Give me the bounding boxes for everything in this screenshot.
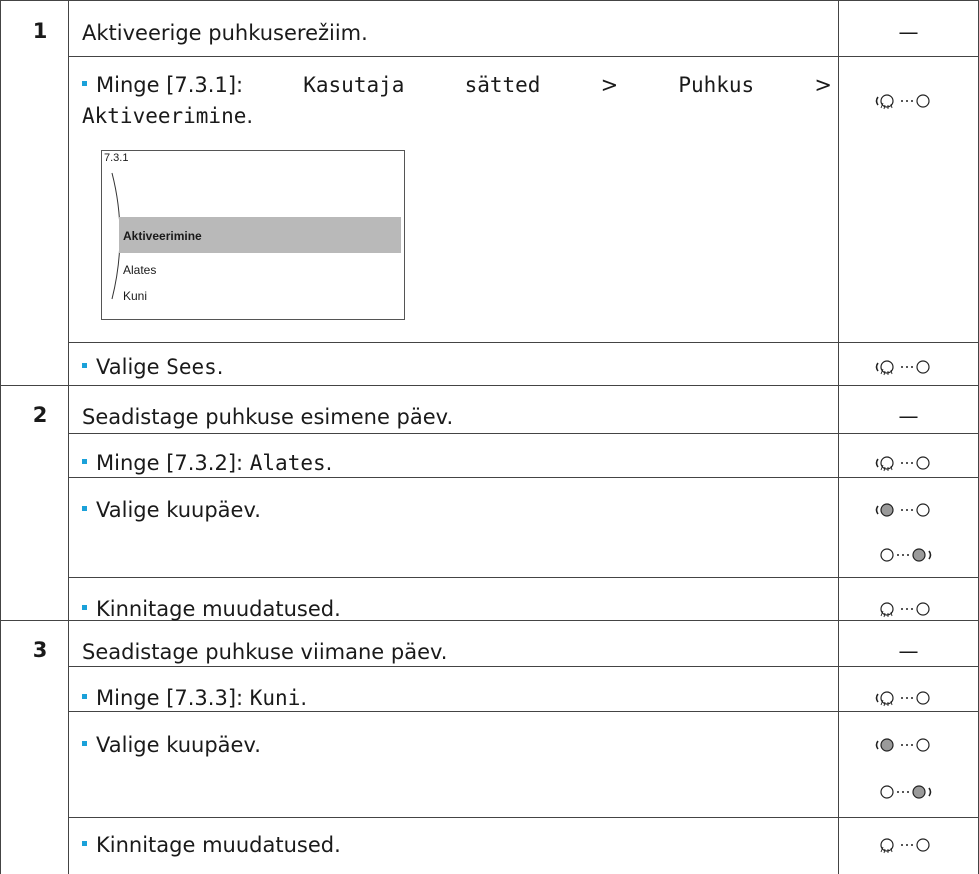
period: .: [216, 355, 224, 379]
table-border: [0, 0, 1, 874]
table-border: [68, 0, 69, 874]
step-2-goto: Minge [7.3.2]: Alates.: [82, 448, 332, 478]
menu-path: Puhkus: [678, 73, 755, 97]
menu-path: Kuni: [249, 686, 301, 710]
instruction-text: Minge [7.3.3]:: [96, 686, 250, 710]
menu-path: Kasutaja: [303, 73, 405, 97]
step-3-confirm: Kinnitage muudatused.: [82, 830, 341, 860]
step-title: Seadistage puhkuse esimene päev.: [82, 405, 454, 429]
menu-path: Alates: [249, 451, 326, 475]
instruction-text: Minge [7.3.1]:: [96, 73, 244, 97]
dial-push-icon: [880, 838, 930, 854]
dial-push-icon: [880, 602, 930, 618]
left-dial-turn-icon: [875, 738, 930, 752]
instruction-text: Valige kuupäev.: [96, 733, 261, 757]
instruction-text: Kinnitage muudatused.: [96, 833, 341, 857]
table-border: [68, 433, 979, 434]
right-dial-turn-icon: [880, 785, 932, 799]
instruction-text: Valige kuupäev.: [96, 498, 261, 522]
period: .: [325, 451, 333, 475]
dial-turn-push-icon: [875, 456, 930, 472]
step-number: 1: [32, 19, 48, 43]
screen-menu-item: Alates: [123, 263, 157, 277]
table-border: [68, 817, 979, 818]
step-number: 2: [32, 403, 48, 427]
step-2-confirm: Kinnitage muudatused.: [82, 594, 341, 624]
table-border: [0, 385, 979, 386]
separator: >: [600, 73, 619, 97]
step-3-date: Valige kuupäev.: [82, 730, 261, 760]
step-2-date: Valige kuupäev.: [82, 495, 261, 525]
table-border: [838, 0, 839, 874]
ui-screen-preview: 7.3.1 Aktiveerimine Alates Kuni: [101, 150, 405, 320]
dial-turn-push-icon: [875, 360, 930, 376]
no-action-dash: —: [898, 639, 919, 663]
table-border: [0, 0, 979, 1]
step-1-goto: Minge [7.3.1]: Kasutaja sätted > Puhkus …: [82, 70, 832, 131]
instruction-text: Kinnitage muudatused.: [96, 597, 341, 621]
screen-selected-item: Aktiveerimine: [119, 217, 401, 253]
table-border: [68, 342, 979, 343]
step-3-goto: Minge [7.3.3]: Kuni.: [82, 683, 307, 713]
step-title: Seadistage puhkuse viimane päev.: [82, 640, 448, 664]
table-border: [68, 56, 979, 57]
screen-menu-item: Kuni: [123, 289, 148, 303]
step-title: Aktiveerige puhkuserežiim.: [82, 21, 368, 45]
menu-path: Aktiveerimine: [82, 104, 247, 128]
table-border: [68, 577, 979, 578]
step-number: 3: [32, 638, 48, 662]
instruction-text: Valige: [96, 355, 167, 379]
left-dial-turn-icon: [875, 503, 930, 517]
step-1-select: Valige Sees.: [82, 352, 223, 382]
period: .: [246, 104, 254, 128]
setting-value: Sees: [166, 355, 217, 379]
instruction-text: Minge [7.3.2]:: [96, 451, 250, 475]
screen-selected-label: Aktiveerimine: [123, 229, 202, 243]
period: .: [300, 686, 308, 710]
dial-turn-push-icon: [875, 94, 930, 110]
dial-turn-push-icon: [875, 691, 930, 707]
separator: >: [814, 73, 832, 97]
menu-path: sätted: [464, 73, 541, 97]
no-action-dash: —: [898, 20, 919, 44]
no-action-dash: —: [898, 404, 919, 428]
right-dial-turn-icon: [880, 548, 932, 562]
